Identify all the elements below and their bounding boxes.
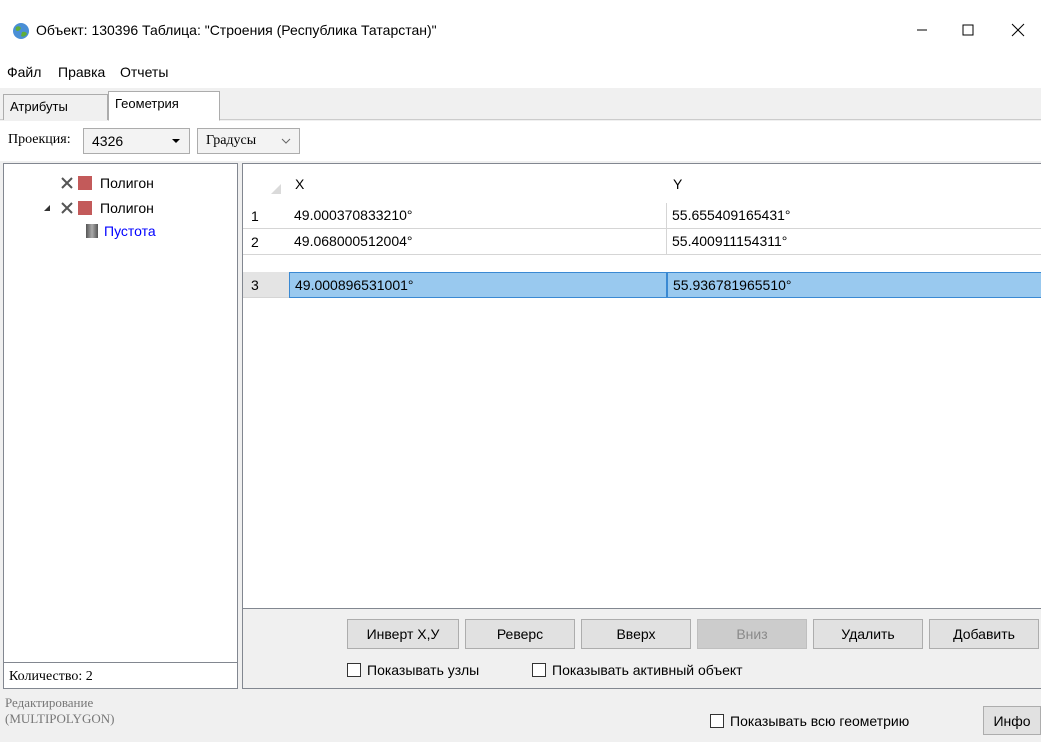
tree-item-label: Пустота	[104, 223, 156, 239]
polygon-icon	[78, 176, 92, 190]
units-dropdown[interactable]: Градусы	[197, 128, 300, 154]
window-title: Объект: 130396 Таблица: "Строения (Респу…	[36, 22, 437, 38]
projection-value: 4326	[92, 133, 124, 149]
cell-y[interactable]: 55.655409165431°	[667, 203, 1041, 229]
checkbox-box[interactable]	[710, 714, 724, 728]
cell-x[interactable]: 49.068000512004°	[289, 229, 667, 255]
expand-triangle-icon[interactable]	[42, 203, 52, 213]
row-header[interactable]	[243, 272, 289, 298]
status-geometry-type: (MULTIPOLYGON)	[5, 711, 115, 726]
status-line: Редактирование	[5, 695, 94, 710]
tree-item-label: Полигон	[100, 175, 154, 191]
minimize-icon	[917, 29, 927, 31]
checkbox-label: Показывать всю геометрию	[730, 713, 910, 729]
checkbox-box[interactable]	[347, 663, 361, 677]
show-all-geometry-checkbox[interactable]: Показывать всю геометрию	[710, 713, 909, 729]
add-button[interactable]: Добавить	[929, 619, 1039, 649]
minimize-button[interactable]	[899, 14, 945, 46]
row-header[interactable]	[243, 229, 289, 255]
table-row[interactable]: 1 49.000370833210° 55.655409165431°	[243, 203, 1041, 229]
cell-x[interactable]: 49.000896531001°	[289, 272, 667, 298]
tree-item-polygon-2[interactable]: Полигон	[4, 198, 154, 218]
reverse-button[interactable]: Реверс	[465, 619, 575, 649]
count-label: Количество: 2	[3, 662, 238, 689]
title-bar: Объект: 130396 Таблица: "Строения (Респу…	[0, 0, 1041, 56]
maximize-button[interactable]	[945, 14, 991, 46]
tools-icon	[61, 177, 73, 189]
tree-item-polygon-1[interactable]: Полигон	[4, 173, 154, 193]
geometry-tree[interactable]: Полигон Полигон Пустота	[3, 163, 238, 689]
checkbox-label: Показывать узлы	[367, 662, 480, 678]
projection-toolbar: Проекция: 4326 Градусы	[0, 121, 1041, 161]
row-number: 3	[251, 277, 259, 293]
menu-reports[interactable]: Отчеты	[120, 64, 168, 80]
cell-y[interactable]: 55.400911154311°	[667, 229, 1041, 255]
tab-attributes[interactable]: Атрибуты	[3, 94, 108, 120]
tree-item-label: Полигон	[100, 200, 154, 216]
invert-xy-button[interactable]: Инверт Х,У	[347, 619, 459, 649]
close-button[interactable]	[995, 14, 1041, 46]
row-number: 2	[251, 234, 259, 250]
column-header-x[interactable]: X	[295, 176, 304, 192]
show-active-checkbox[interactable]: Показывать активный объект	[532, 662, 743, 678]
menu-file[interactable]: Файл	[7, 64, 41, 80]
grid-header: X Y	[243, 164, 1041, 202]
info-button[interactable]: Инфо	[983, 706, 1041, 735]
tab-geometry[interactable]: Геометрия	[108, 91, 220, 121]
coordinates-grid[interactable]: X Y 1 49.000370833210° 55.655409165431° …	[242, 163, 1041, 609]
chevron-down-icon	[281, 138, 291, 144]
select-all-corner[interactable]	[243, 164, 289, 202]
delete-button[interactable]: Удалить	[813, 619, 923, 649]
row-header[interactable]	[243, 203, 289, 229]
tools-icon	[61, 202, 73, 214]
checkbox-label: Показывать активный объект	[552, 662, 743, 678]
status-bar: Редактирование (MULTIPOLYGON) Показывать…	[0, 690, 1041, 742]
caret-down-icon	[172, 139, 180, 143]
row-number: 1	[251, 208, 259, 224]
cell-y-editing[interactable]: 55.936781965510°	[667, 272, 1041, 298]
column-header-y[interactable]: Y	[673, 176, 682, 192]
maximize-icon	[962, 24, 974, 36]
edit-mode-status: Редактирование (MULTIPOLYGON)	[5, 695, 114, 727]
move-up-button[interactable]: Вверх	[581, 619, 691, 649]
projection-label: Проекция:	[8, 132, 71, 147]
table-row[interactable]: 2 49.068000512004° 55.400911154311°	[243, 229, 1041, 255]
table-row-selected[interactable]: 3 49.000896531001° 55.936781965510°	[243, 272, 1041, 298]
grid-actions: Инверт Х,У Реверс Вверх Вниз Удалить Доб…	[242, 609, 1041, 689]
polygon-icon	[78, 201, 92, 215]
move-down-button[interactable]: Вниз	[697, 619, 807, 649]
menu-edit[interactable]: Правка	[58, 64, 105, 80]
close-icon	[1011, 23, 1025, 37]
show-nodes-checkbox[interactable]: Показывать узлы	[347, 662, 479, 678]
hole-icon	[86, 224, 98, 238]
globe-icon	[13, 23, 29, 39]
cell-x[interactable]: 49.000370833210°	[289, 203, 667, 229]
tree-item-hole[interactable]: Пустота	[4, 221, 156, 241]
menu-bar: Файл Правка Отчеты	[0, 56, 1041, 88]
checkbox-box[interactable]	[532, 663, 546, 677]
projection-dropdown[interactable]: 4326	[83, 128, 190, 154]
units-value: Градусы	[206, 133, 257, 148]
